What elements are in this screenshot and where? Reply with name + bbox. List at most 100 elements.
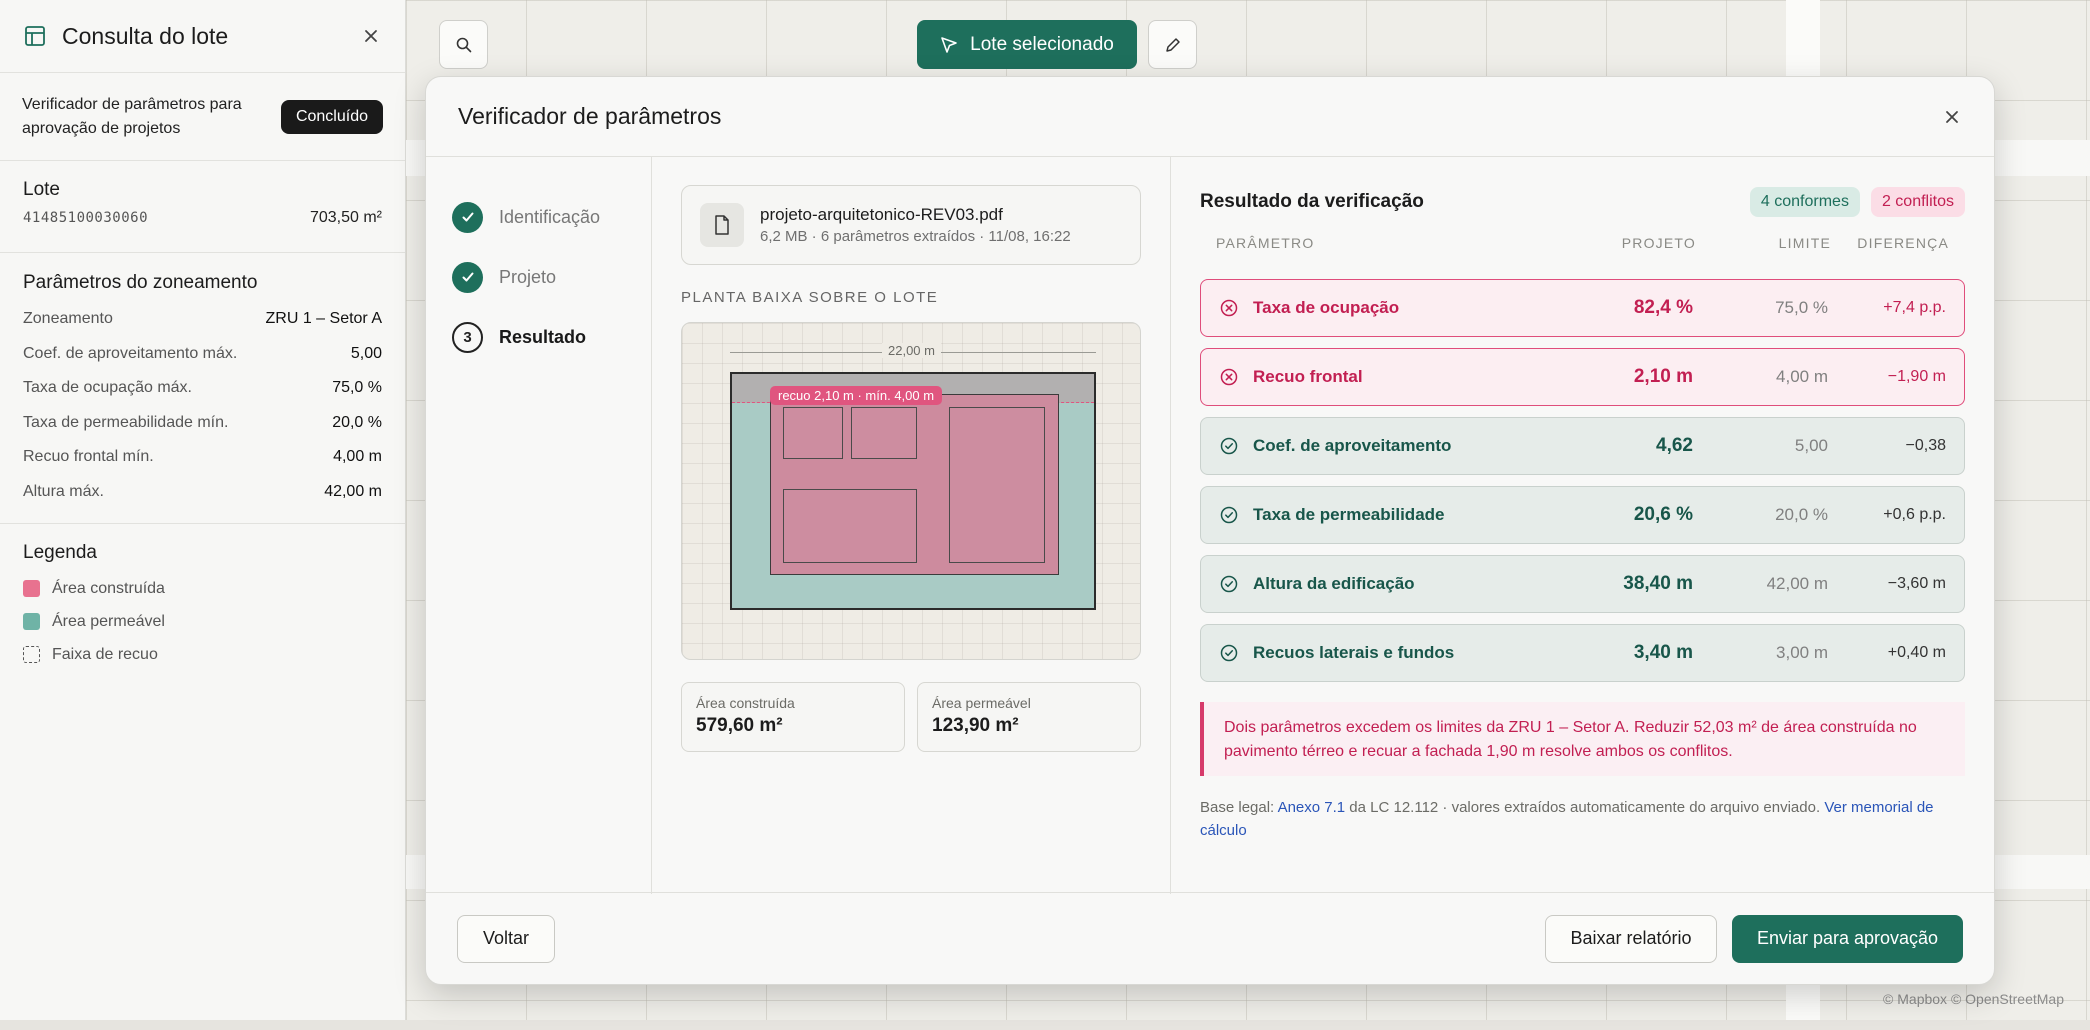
selected-lot-button[interactable]: Lote selecionado <box>917 20 1137 69</box>
col-project: PROJETO <box>1621 235 1696 251</box>
lote-heading: Lote <box>23 179 60 200</box>
legend-swatch-built <box>23 580 40 597</box>
table-row[interactable]: Coef. de aproveitamento 4,62 5,00 −0,38 <box>1200 417 1965 475</box>
annex-link[interactable]: Anexo 7.1 <box>1278 799 1346 816</box>
zoning-value: 20,0 % <box>332 413 382 431</box>
cursor-icon <box>941 36 957 53</box>
row-name: Recuo frontal <box>1253 367 1363 386</box>
zoning-row: Recuo frontal mín. 4,00 m <box>23 440 382 475</box>
file-meta: 6,2 MB · 6 parâmetros extraídos · 11/08,… <box>760 228 1071 245</box>
table-row[interactable]: Recuo frontal 2,10 m 4,00 m −1,90 m <box>1200 348 1965 406</box>
sidebar: Consulta do lote Verificador de parâmetr… <box>0 0 406 1020</box>
zoning-value: ZRU 1 – Setor A <box>265 310 383 328</box>
room <box>783 489 917 563</box>
step-label: Identificação <box>499 206 601 227</box>
zoning-heading: Parâmetros do zoneamento <box>23 272 258 293</box>
map-attribution[interactable]: © Mapbox © OpenStreetMap <box>1883 991 2064 1007</box>
submit-approval-button[interactable]: Enviar para aprovação <box>1732 914 1963 963</box>
search-button[interactable] <box>439 20 488 69</box>
task-panel: Verificador de parâmetros para aprovação… <box>0 73 405 161</box>
step-result[interactable]: 3 Resultado <box>452 307 651 367</box>
zoning-row: Taxa de ocupação máx. 75,0 % <box>23 371 382 406</box>
room <box>949 407 1045 563</box>
file-card[interactable]: projeto-arquitetonico-REV03.pdf 6,2 MB ·… <box>681 185 1141 265</box>
sidebar-title: Consulta do lote <box>62 22 229 49</box>
row-diff: +0,6 p.p. <box>1883 506 1946 523</box>
zoning-value: 5,00 <box>350 344 382 362</box>
document-icon <box>700 203 744 247</box>
plan-label: PLANTA BAIXA SOBRE O LOTE <box>681 289 939 306</box>
table-row[interactable]: Recuos laterais e fundos 3,40 m 3,00 m +… <box>1200 624 1965 682</box>
edit-button[interactable] <box>1148 20 1197 69</box>
result-header: Resultado da verificação 4 conformes 2 c… <box>1200 187 1965 217</box>
table-row[interactable]: Altura da edificação 38,40 m 42,00 m −3,… <box>1200 555 1965 613</box>
conflict-badge: 2 conflitos <box>1870 187 1965 217</box>
table-row[interactable]: Taxa de ocupação 82,4 % 75,0 % +7,4 p.p. <box>1200 279 1965 337</box>
back-button[interactable]: Voltar <box>457 914 555 963</box>
step-label: Projeto <box>499 266 557 287</box>
close-icon[interactable] <box>1942 107 1962 127</box>
dimension-label: 22,00 m <box>882 343 941 358</box>
row-diff: −0,38 <box>1905 437 1946 454</box>
modal-footer: Voltar Baixar relatório Enviar para apro… <box>426 892 1994 984</box>
file-name: projeto-arquitetonico-REV03.pdf <box>760 205 1003 224</box>
row-diff: +7,4 p.p. <box>1883 299 1946 316</box>
table-header: PARÂMETRO PROJETO LIMITE DIFERENÇA <box>1200 235 1965 255</box>
step-project[interactable]: Projeto <box>452 247 651 307</box>
floor-plan: 22,00 m recuo 2,10 m · mín. 4,00 m <box>681 322 1141 660</box>
close-icon[interactable] <box>361 26 381 46</box>
pencil-icon <box>1165 37 1180 52</box>
row-project: 4,62 <box>1656 435 1693 456</box>
row-name: Taxa de ocupação <box>1253 298 1400 317</box>
stat-label: Área permeável <box>932 695 1031 711</box>
zoning-label: Zoneamento <box>23 310 113 328</box>
zoning-section: Parâmetros do zoneamento Zoneamento ZRU 1… <box>0 253 405 524</box>
done-button[interactable]: Concluído <box>280 99 383 134</box>
result-title: Resultado da verificação <box>1200 191 1424 212</box>
legend-label: Área construída <box>52 579 165 597</box>
selected-lot-label: Lote selecionado <box>970 33 1114 55</box>
step-number: 3 <box>452 321 483 353</box>
room <box>783 407 843 459</box>
stat-value: 123,90 m² <box>932 715 1019 736</box>
row-limit: 3,00 m <box>1776 643 1828 662</box>
lote-section: Lote 41485100030060 703,50 m² <box>0 161 405 253</box>
stat-built-area: Área construída 579,60 m² <box>681 682 905 752</box>
check-icon <box>452 261 483 293</box>
legend-swatch-permeable <box>23 613 40 630</box>
row-limit: 5,00 <box>1794 436 1828 455</box>
legal-middle: da LC 12.112 · valores extraídos automat… <box>1345 799 1825 816</box>
zoning-label: Recuo frontal mín. <box>23 448 154 466</box>
row-project: 20,6 % <box>1633 504 1693 525</box>
legend-heading: Legenda <box>23 542 97 563</box>
conflict-alert: Dois parâmetros excedem os limites da ZR… <box>1200 702 1965 776</box>
zoning-value: 42,00 m <box>324 482 382 500</box>
legend-swatch-setback <box>23 646 40 663</box>
legal-note: Base legal: Anexo 7.1 da LC 12.112 · val… <box>1200 796 1965 842</box>
legend-section: Legenda Área construída Área permeável F… <box>0 524 405 683</box>
legal-prefix: Base legal: <box>1200 799 1278 816</box>
legend-item: Faixa de recuo <box>23 638 382 671</box>
row-limit: 20,0 % <box>1775 505 1828 524</box>
verifier-modal: Verificador de parâmetros Identificação … <box>425 76 1995 985</box>
row-project: 2,10 m <box>1633 366 1693 387</box>
setback-tag: recuo 2,10 m · mín. 4,00 m <box>770 386 943 405</box>
table-row[interactable]: Taxa de permeabilidade 20,6 % 20,0 % +0,… <box>1200 486 1965 544</box>
stat-value: 579,60 m² <box>696 715 783 736</box>
bottom-strip <box>0 1020 2090 1030</box>
check-circle-icon <box>1220 506 1238 524</box>
row-project: 82,4 % <box>1633 297 1693 318</box>
row-project: 3,40 m <box>1633 642 1693 663</box>
download-report-button[interactable]: Baixar relatório <box>1545 914 1717 963</box>
modal-header: Verificador de parâmetros <box>426 77 1994 157</box>
row-limit: 4,00 m <box>1776 367 1828 386</box>
row-diff: −1,90 m <box>1887 368 1946 385</box>
modal-title: Verificador de parâmetros <box>458 103 722 129</box>
check-circle-icon <box>1220 575 1238 593</box>
step-identification[interactable]: Identificação <box>452 187 651 247</box>
row-name: Taxa de permeabilidade <box>1253 505 1445 524</box>
task-text: Verificador de parâmetros para aprovação… <box>22 95 242 137</box>
built-area <box>770 394 1059 575</box>
zoning-value: 4,00 m <box>333 448 382 466</box>
zoning-row: Altura máx. 42,00 m <box>23 475 382 510</box>
